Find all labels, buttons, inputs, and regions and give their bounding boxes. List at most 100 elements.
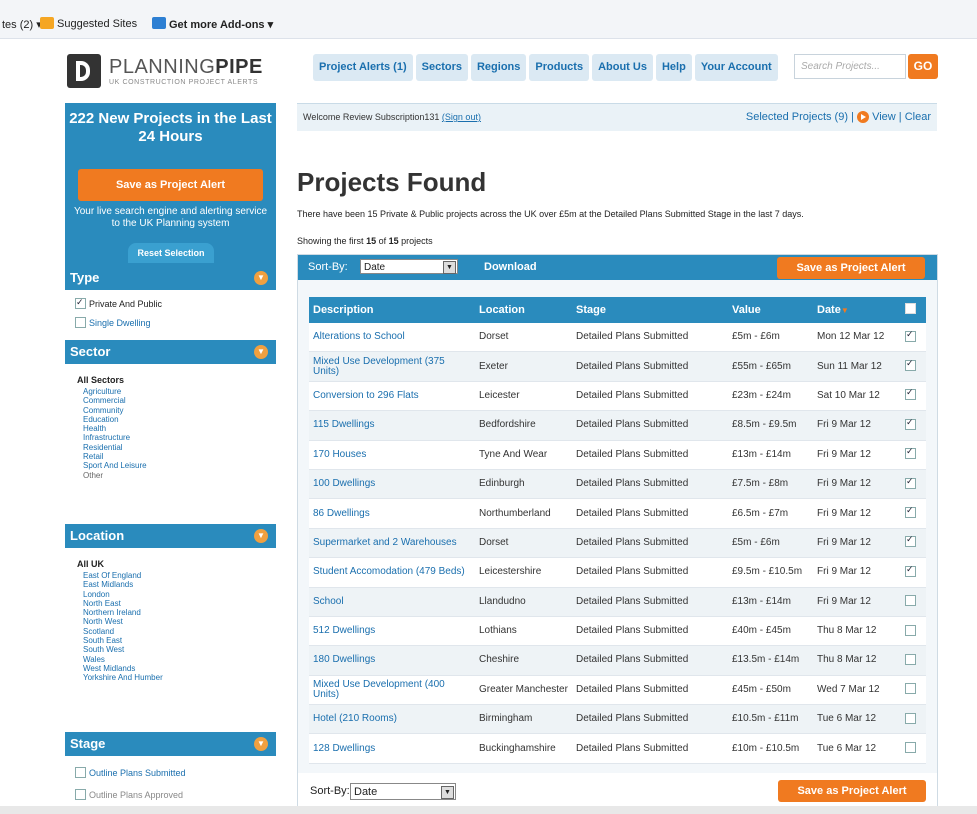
save-alert-button-bottom[interactable]: Save as Project Alert: [778, 780, 926, 802]
sector-section-header[interactable]: Sector ▼: [65, 340, 276, 364]
checkbox-unchecked[interactable]: [905, 712, 916, 724]
col-description[interactable]: Description: [309, 297, 475, 323]
checkbox-checked[interactable]: [905, 358, 916, 372]
col-location[interactable]: Location: [475, 297, 572, 323]
location-section-header[interactable]: Location ▼: [65, 524, 276, 548]
checkbox-checked[interactable]: [905, 534, 916, 548]
sector-item-agriculture[interactable]: Agriculture: [83, 387, 147, 396]
nav-project-alerts[interactable]: Project Alerts (1): [313, 54, 413, 81]
sector-item-commercial[interactable]: Commercial: [83, 396, 147, 405]
sector-item-education[interactable]: Education: [83, 415, 147, 424]
location-item[interactable]: East Midlands: [83, 580, 163, 589]
project-description-link[interactable]: Alterations to School: [309, 323, 475, 353]
table-row[interactable]: Supermarket and 2 Warehouses Dorset Detail…: [309, 528, 926, 559]
project-description-link[interactable]: Mixed Use Development (375 Units): [309, 351, 475, 382]
sector-item-sport-leisure[interactable]: Sport And Leisure: [83, 461, 147, 470]
location-item[interactable]: Yorkshire And Humber: [83, 673, 163, 682]
col-date[interactable]: Date▼: [813, 297, 901, 323]
clear-link[interactable]: Clear: [905, 111, 931, 123]
type-section-header[interactable]: Type ▼: [65, 266, 276, 290]
table-row[interactable]: 100 Dwellings Edinburgh Detailed Plans Sub…: [309, 469, 926, 500]
table-row[interactable]: School Llandudno Detailed Plans Submitted £…: [309, 587, 926, 617]
nav-products[interactable]: Products: [529, 54, 590, 81]
project-description-link[interactable]: 128 Dwellings: [309, 733, 475, 764]
project-description-link[interactable]: 512 Dwellings: [309, 616, 475, 647]
project-description-link[interactable]: Mixed Use Development (400 Units): [309, 675, 475, 706]
location-item[interactable]: North West: [83, 617, 163, 626]
search-go-button[interactable]: GO: [908, 54, 938, 79]
checkbox-unchecked[interactable]: [905, 742, 916, 754]
all-uk-label[interactable]: All UK: [77, 559, 104, 569]
site-logo[interactable]: PLANNINGPIPE UK CONSTRUCTION PROJECT ALE…: [67, 54, 277, 88]
sector-item-community[interactable]: Community: [83, 406, 147, 415]
nav-help[interactable]: Help: [655, 54, 692, 81]
sector-item-health[interactable]: Health: [83, 424, 147, 433]
table-row[interactable]: Mixed Use Development (400 Units) Greater…: [309, 675, 926, 706]
location-item[interactable]: West Midlands: [83, 664, 163, 673]
nav-regions[interactable]: Regions: [470, 54, 527, 81]
select-all-checkbox[interactable]: [905, 303, 916, 314]
location-item[interactable]: North East: [83, 599, 163, 608]
checkbox-unchecked[interactable]: [75, 317, 86, 329]
checkbox-checked[interactable]: [905, 446, 916, 460]
nav-about-us[interactable]: About Us: [592, 54, 653, 81]
location-item[interactable]: South West: [83, 645, 163, 654]
checkbox-unchecked[interactable]: [905, 595, 916, 607]
nav-sectors[interactable]: Sectors: [415, 54, 468, 81]
type-private-public[interactable]: Private And Public: [75, 296, 162, 310]
sector-item-other[interactable]: Other: [83, 471, 147, 480]
project-description-link[interactable]: Supermarket and 2 Warehouses: [309, 528, 475, 559]
checkbox-checked[interactable]: [905, 505, 916, 518]
table-row[interactable]: 86 Dwellings Northumberland Detailed Plans…: [309, 498, 926, 529]
sector-item-retail[interactable]: Retail: [83, 452, 147, 461]
type-single-dwelling[interactable]: Single Dwelling: [75, 317, 151, 329]
favorites-sites-dropdown[interactable]: tes (2) ▾: [2, 18, 42, 31]
project-description-link[interactable]: 100 Dwellings: [309, 469, 475, 500]
bottom-sort-select[interactable]: Date ▼: [350, 783, 456, 800]
col-value[interactable]: Value: [728, 297, 813, 323]
project-description-link[interactable]: Hotel (210 Rooms): [309, 704, 475, 735]
project-description-link[interactable]: Student Accomodation (479 Beds): [309, 557, 475, 588]
location-item[interactable]: Scotland: [83, 627, 163, 636]
checkbox-checked[interactable]: [905, 329, 916, 342]
stage-outline-approved[interactable]: Outline Plans Approved: [75, 789, 183, 801]
project-description-link[interactable]: 180 Dwellings: [309, 645, 475, 676]
table-row[interactable]: Mixed Use Development (375 Units) Exeter D…: [309, 351, 926, 382]
view-link[interactable]: View: [872, 111, 896, 123]
table-row[interactable]: Student Accomodation (479 Beds) Leicester…: [309, 557, 926, 588]
sign-out-link[interactable]: (Sign out): [442, 112, 481, 122]
sector-item-infrastructure[interactable]: Infrastructure: [83, 433, 147, 442]
project-description-link[interactable]: 115 Dwellings: [309, 410, 475, 441]
sort-by-select[interactable]: Date ▼: [360, 259, 458, 274]
project-description-link[interactable]: 86 Dwellings: [309, 498, 475, 529]
location-item[interactable]: Northern Ireland: [83, 608, 163, 617]
col-stage[interactable]: Stage: [572, 297, 728, 323]
checkbox-checked[interactable]: [75, 296, 86, 310]
search-input[interactable]: Search Projects...: [794, 54, 906, 79]
get-addons-link[interactable]: Get more Add-ons ▾: [169, 18, 273, 31]
table-row[interactable]: 170 Houses Tyne And Wear Detailed Plans Su…: [309, 440, 926, 470]
table-row[interactable]: 512 Dwellings Lothians Detailed Plans Subm…: [309, 616, 926, 647]
stage-section-header[interactable]: Stage ▼: [65, 732, 276, 756]
checkbox-checked[interactable]: [905, 417, 916, 430]
checkbox-checked[interactable]: [905, 476, 916, 489]
location-item[interactable]: London: [83, 590, 163, 599]
selected-projects-count[interactable]: Selected Projects (9): [746, 111, 848, 123]
checkbox-unchecked[interactable]: [75, 789, 86, 801]
suggested-sites-link[interactable]: Suggested Sites: [57, 18, 137, 30]
table-row[interactable]: 128 Dwellings Buckinghamshire Detailed Pla…: [309, 733, 926, 764]
checkbox-unchecked[interactable]: [905, 624, 916, 636]
location-item[interactable]: Wales: [83, 655, 163, 664]
save-alert-button-top[interactable]: Save as Project Alert: [777, 257, 925, 279]
checkbox-checked[interactable]: [905, 564, 916, 577]
nav-your-account[interactable]: Your Account: [694, 54, 778, 81]
table-row[interactable]: 180 Dwellings Cheshire Detailed Plans Subm…: [309, 645, 926, 676]
horizontal-scrollbar[interactable]: [0, 806, 977, 814]
download-link[interactable]: Download: [484, 261, 537, 273]
checkbox-unchecked[interactable]: [75, 767, 86, 779]
checkbox-unchecked[interactable]: [905, 653, 916, 665]
table-row[interactable]: Alterations to School Dorset Detailed Plan…: [309, 323, 926, 353]
all-sectors-label[interactable]: All Sectors: [77, 375, 124, 385]
location-item[interactable]: South East: [83, 636, 163, 645]
table-row[interactable]: 115 Dwellings Bedfordshire Detailed Plans …: [309, 410, 926, 441]
